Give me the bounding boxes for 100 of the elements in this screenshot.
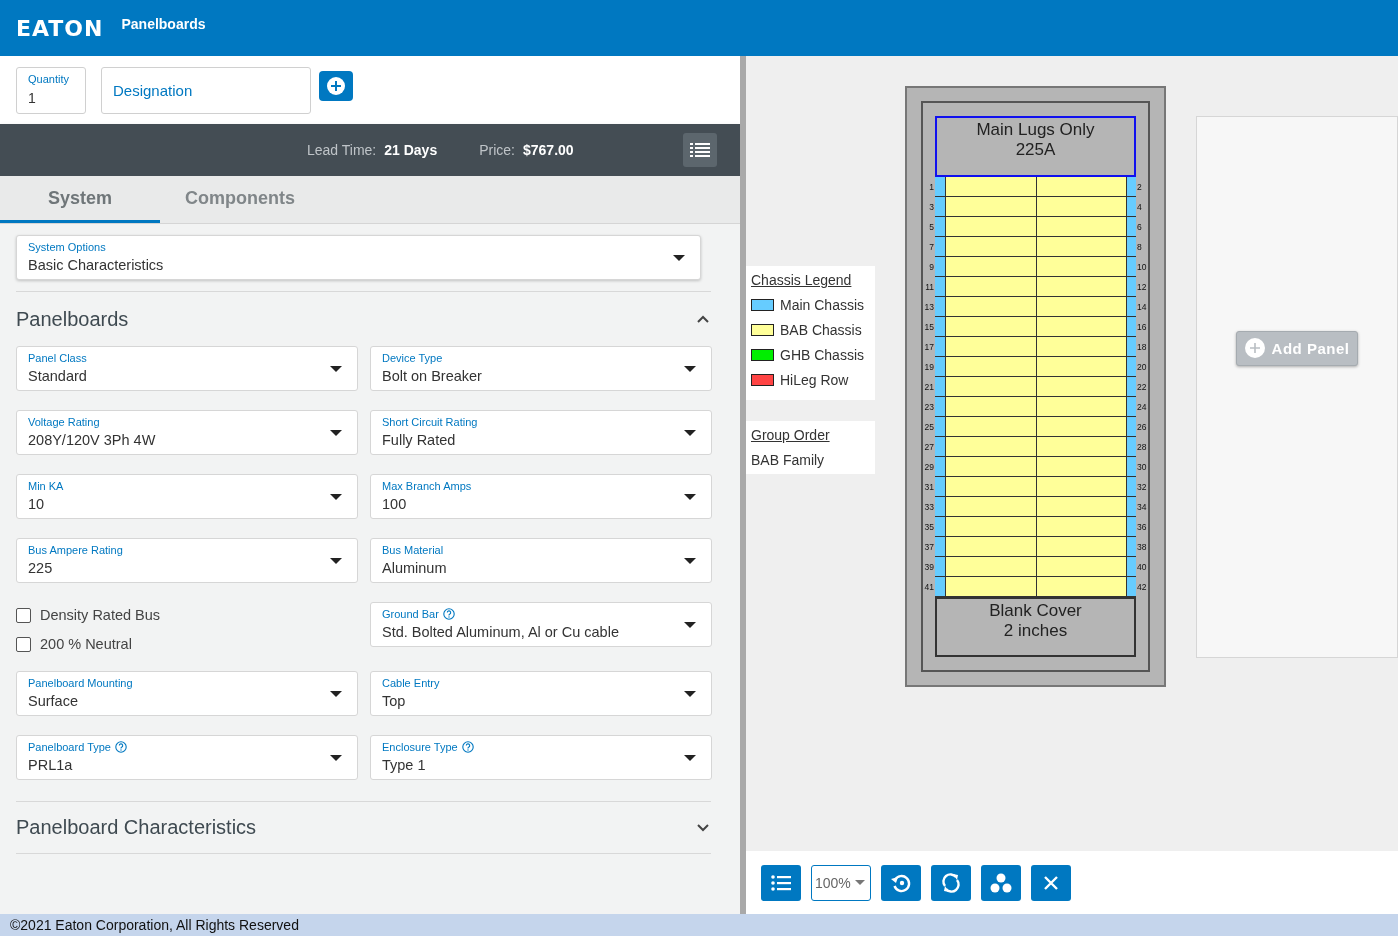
breaker-slot[interactable] (945, 437, 1036, 457)
breaker-slot[interactable] (1035, 197, 1126, 217)
breaker-slot[interactable] (1035, 577, 1126, 597)
designation-field[interactable]: Designation (101, 66, 311, 114)
main-lugs-block[interactable]: Main Lugs Only 225A (935, 116, 1136, 177)
zoom-dropdown[interactable]: 100% (811, 864, 871, 901)
breaker-slot[interactable] (1035, 417, 1126, 437)
breaker-slot[interactable] (1035, 297, 1126, 317)
breaker-slot[interactable] (1035, 457, 1126, 477)
circuit-number: 10 (1136, 261, 1148, 274)
breaker-slot[interactable] (945, 217, 1036, 237)
breaker-slot[interactable] (1035, 257, 1126, 277)
dropdown[interactable]: Voltage Rating 208Y/120V 3Ph 4W (16, 410, 358, 455)
blank-cover-block[interactable]: Blank Cover 2 inches (935, 597, 1136, 657)
breaker-slot[interactable] (945, 397, 1036, 417)
breaker-slot[interactable] (945, 317, 1036, 337)
logo: EATON (16, 15, 104, 41)
breaker-slot[interactable] (1035, 177, 1126, 197)
breaker-slot[interactable] (1035, 277, 1126, 297)
chevron-icon[interactable] (697, 315, 709, 323)
list-button[interactable] (683, 133, 717, 167)
group-button[interactable] (981, 864, 1021, 901)
breaker-slot[interactable] (1035, 537, 1126, 557)
circuit-number: 13 (923, 301, 935, 314)
circuit-number: 7 (928, 241, 935, 254)
close-icon (1043, 874, 1059, 891)
breaker-slot[interactable] (945, 417, 1036, 437)
checkbox[interactable]: Density Rated Bus (16, 607, 358, 623)
circuit-number: 18 (1136, 341, 1148, 354)
help-icon[interactable] (461, 741, 474, 753)
add-button[interactable] (319, 70, 353, 101)
sync-icon (940, 871, 962, 894)
breaker-slot[interactable] (1035, 377, 1126, 397)
breaker-slot[interactable] (945, 177, 1036, 197)
dropdown[interactable]: Enclosure Type Type 1 (370, 735, 712, 780)
breaker-slot[interactable] (1035, 217, 1126, 237)
reset-button[interactable] (881, 864, 921, 901)
system-options-dropdown[interactable]: System Options Basic Characteristics (16, 235, 701, 280)
dropdown[interactable]: Max Branch Amps 100 (370, 474, 712, 519)
breaker-slot[interactable] (945, 457, 1036, 477)
circuit-number: 34 (1136, 501, 1148, 514)
breaker-slot[interactable] (945, 557, 1036, 577)
breaker-slot[interactable] (1035, 397, 1126, 417)
breaker-slot[interactable] (945, 197, 1036, 217)
circuit-number: 15 (923, 321, 935, 334)
breaker-slot[interactable] (945, 497, 1036, 517)
circuit-number: 6 (1136, 221, 1143, 234)
breaker-slot[interactable] (945, 337, 1036, 357)
caret-icon (684, 494, 696, 500)
dropdown[interactable]: Cable Entry Top (370, 671, 712, 716)
breaker-slot[interactable] (1035, 517, 1126, 537)
circuit-number: 5 (928, 221, 935, 234)
caret-icon (684, 366, 696, 372)
chevron-icon[interactable] (697, 823, 709, 832)
help-icon[interactable] (115, 741, 127, 753)
breaker-slot[interactable] (1035, 317, 1126, 337)
breaker-slot[interactable] (1035, 497, 1126, 517)
sync-button[interactable] (931, 864, 971, 901)
dropdown[interactable]: Bus Material Aluminum (370, 538, 712, 583)
circuit-number: 24 (1136, 401, 1148, 414)
dropdown[interactable]: Panelboard Mounting Surface (16, 671, 358, 716)
close-button[interactable] (1031, 864, 1071, 901)
caret-icon (684, 691, 696, 697)
circuit-number: 32 (1136, 481, 1148, 494)
breaker-slot[interactable] (945, 477, 1036, 497)
dropdown[interactable]: Bus Ampere Rating 225 (16, 538, 358, 583)
dropdown[interactable]: Panelboard Type PRL1a (16, 735, 358, 780)
quantity-field[interactable]: Quantity 1 (16, 66, 86, 114)
circuit-number: 29 (923, 461, 935, 474)
dropdown[interactable]: Ground Bar Std. Bolted Aluminum, Al or Cu cable (370, 602, 712, 647)
breaker-slot[interactable] (1035, 237, 1126, 257)
breaker-slot[interactable] (945, 537, 1036, 557)
dropdown[interactable]: Panel Class Standard (16, 346, 358, 391)
breaker-slot[interactable] (1035, 557, 1126, 577)
caret-icon (330, 691, 342, 697)
circuit-number: 25 (923, 421, 935, 434)
breaker-slot[interactable] (1035, 437, 1126, 457)
tab[interactable]: System (0, 176, 160, 223)
breaker-slot[interactable] (1035, 477, 1126, 497)
breaker-slot[interactable] (945, 357, 1036, 377)
lead-time-label: Lead Time: (307, 142, 377, 158)
breaker-slot[interactable] (1035, 337, 1126, 357)
dropdown[interactable]: Short Circuit Rating Fully Rated (370, 410, 712, 455)
breaker-slot[interactable] (945, 517, 1036, 537)
circuit-number: 42 (1136, 581, 1148, 594)
breaker-slot[interactable] (945, 277, 1036, 297)
numbered-list-icon (690, 142, 710, 158)
dropdown[interactable]: Device Type Bolt on Breaker (370, 346, 712, 391)
dropdown[interactable]: Min KA 10 (16, 474, 358, 519)
legend-title: Chassis Legend (751, 272, 853, 288)
breaker-slot[interactable] (945, 377, 1036, 397)
checkbox[interactable]: 200 % Neutral (16, 636, 358, 652)
breaker-slot[interactable] (1035, 357, 1126, 377)
breaker-slot[interactable] (945, 257, 1036, 277)
breaker-slot[interactable] (945, 297, 1036, 317)
list-button[interactable] (761, 864, 801, 901)
help-icon[interactable] (442, 608, 455, 620)
breaker-slot[interactable] (945, 577, 1036, 597)
breaker-slot[interactable] (945, 237, 1036, 257)
circuit-number: 31 (923, 481, 935, 494)
